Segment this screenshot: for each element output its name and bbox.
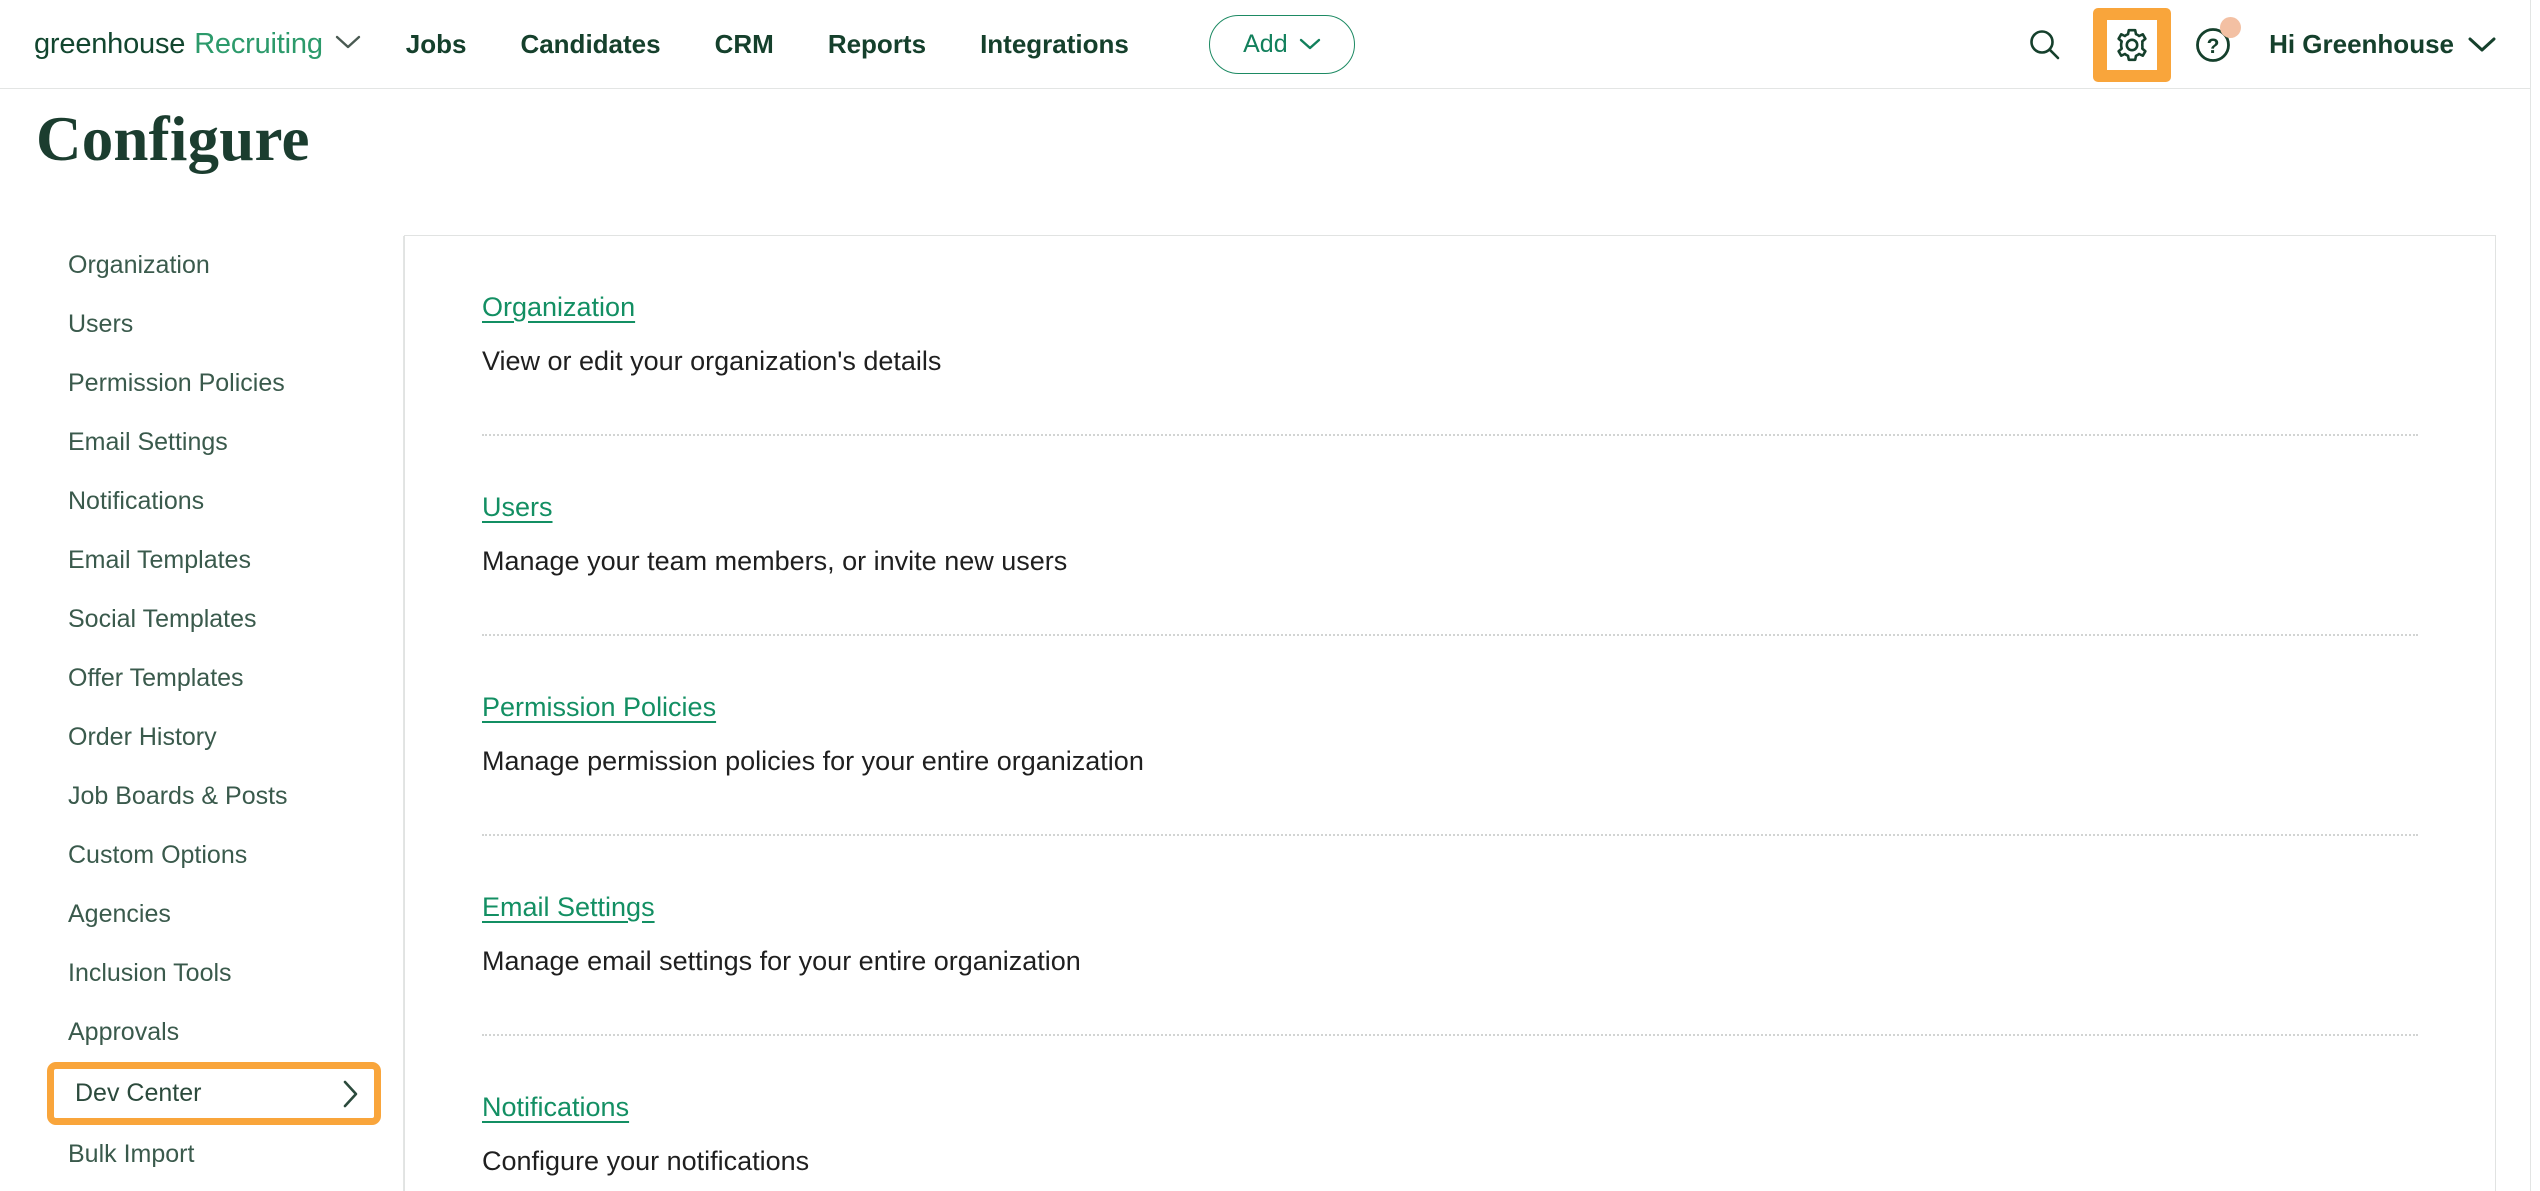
link-users[interactable]: Users: [482, 492, 553, 523]
settings-button[interactable]: [2093, 7, 2172, 82]
sidebar-item-label: Social Templates: [68, 605, 257, 633]
nav-link-crm[interactable]: CRM: [715, 29, 774, 60]
sidebar-item-label: Email Settings: [68, 428, 228, 456]
chevron-down-icon: [1299, 37, 1321, 51]
sidebar-item-label: Job Boards & Posts: [68, 782, 288, 810]
sidebar-item-label: Custom Options: [68, 841, 248, 869]
chevron-right-icon: [342, 1079, 360, 1109]
list-item: Notifications Configure your notificatio…: [482, 1034, 2418, 1191]
sidebar-item-label: Bulk Import: [68, 1140, 195, 1168]
sidebar-item-dev-center[interactable]: Dev Center: [47, 1062, 381, 1125]
user-menu[interactable]: Hi Greenhouse: [2269, 29, 2496, 60]
sidebar-item-social-templates[interactable]: Social Templates: [0, 590, 404, 649]
list-item: Organization View or edit your organizat…: [482, 236, 2418, 434]
chevron-down-icon[interactable]: [335, 34, 361, 50]
entry-description: Manage your team members, or invite new …: [482, 546, 1068, 576]
sidebar-item-label: Users: [68, 310, 134, 338]
link-email-settings[interactable]: Email Settings: [482, 892, 655, 923]
sidebar-item-offer-templates[interactable]: Offer Templates: [0, 649, 404, 708]
nav-link-jobs[interactable]: Jobs: [406, 29, 467, 60]
link-organization[interactable]: Organization: [482, 292, 635, 323]
sidebar-item-order-history[interactable]: Order History: [0, 708, 404, 767]
sidebar-item-notifications[interactable]: Notifications: [0, 472, 404, 531]
sidebar-item-label: Permission Policies: [68, 369, 285, 397]
notification-dot: [2220, 16, 2242, 38]
sidebar-item-custom-options[interactable]: Custom Options: [0, 826, 404, 885]
sidebar-item-email-settings[interactable]: Email Settings: [0, 413, 404, 472]
page-scrollbar[interactable]: [2530, 0, 2540, 1191]
sidebar-item-bulk-import[interactable]: Bulk Import: [0, 1125, 404, 1184]
search-icon: [2027, 27, 2063, 63]
sidebar-item-label: Agencies: [68, 900, 171, 928]
chevron-down-icon: [2468, 36, 2496, 53]
gear-icon: [2112, 25, 2152, 65]
sidebar-item-label: Order History: [68, 723, 217, 751]
brand-name-secondary: Recruiting: [194, 27, 323, 60]
entry-description: Configure your notifications: [482, 1146, 810, 1176]
sidebar-item-label: Approvals: [68, 1018, 180, 1046]
sidebar-item-permission-policies[interactable]: Permission Policies: [0, 354, 404, 413]
sidebar-item-label: Dev Center: [75, 1079, 202, 1107]
help-button[interactable]: ?: [2183, 15, 2243, 75]
add-button[interactable]: Add: [1208, 14, 1355, 74]
sidebar-item-label: Inclusion Tools: [68, 959, 232, 987]
top-navigation-bar: greenhouse Recruiting Jobs Candidates CR…: [0, 0, 2530, 89]
entry-description: View or edit your organization's details: [482, 346, 942, 376]
configure-options-panel: Organization View or edit your organizat…: [404, 235, 2496, 1191]
sidebar-item-approvals[interactable]: Approvals: [0, 1003, 404, 1062]
sidebar-item-inclusion-tools[interactable]: Inclusion Tools: [0, 944, 404, 1003]
entry-description: Manage email settings for your entire or…: [482, 946, 1081, 976]
configure-options-list: Organization View or edit your organizat…: [405, 236, 2495, 1191]
nav-link-candidates[interactable]: Candidates: [520, 29, 660, 60]
configure-sidebar: Organization Users Permission Policies E…: [0, 236, 404, 1184]
list-item: Users Manage your team members, or invit…: [482, 434, 2418, 634]
sidebar-item-users[interactable]: Users: [0, 295, 404, 354]
primary-nav-links: Jobs Candidates CRM Reports Integrations: [406, 29, 1156, 60]
app-root: greenhouse Recruiting Jobs Candidates CR…: [0, 0, 2540, 1191]
brand-name-primary: greenhouse: [34, 27, 186, 60]
link-permission-policies[interactable]: Permission Policies: [482, 692, 716, 723]
brand-logo[interactable]: greenhouse Recruiting: [34, 28, 361, 61]
sidebar-item-email-templates[interactable]: Email Templates: [0, 531, 404, 590]
sidebar-item-agencies[interactable]: Agencies: [0, 885, 404, 944]
svg-text:?: ?: [2207, 35, 2220, 58]
list-item: Permission Policies Manage permission po…: [482, 634, 2418, 834]
list-item: Email Settings Manage email settings for…: [482, 834, 2418, 1034]
page-title: Configure: [36, 104, 310, 174]
nav-link-integrations[interactable]: Integrations: [980, 29, 1129, 60]
sidebar-item-label: Offer Templates: [68, 664, 244, 692]
sidebar-item-organization[interactable]: Organization: [0, 236, 404, 295]
sidebar-item-label: Email Templates: [68, 546, 251, 574]
sidebar-item-label: Notifications: [68, 487, 205, 515]
link-notifications[interactable]: Notifications: [482, 1092, 629, 1123]
user-menu-label: Hi Greenhouse: [2269, 29, 2454, 59]
nav-right-group: ? Hi Greenhouse: [2015, 0, 2496, 89]
sidebar-item-label: Organization: [68, 251, 210, 279]
gear-icon-container: [2107, 19, 2158, 70]
search-button[interactable]: [2015, 15, 2075, 75]
sidebar-item-job-boards-posts[interactable]: Job Boards & Posts: [0, 767, 404, 826]
add-button-label: Add: [1243, 29, 1288, 58]
entry-description: Manage permission policies for your enti…: [482, 746, 1144, 776]
nav-link-reports[interactable]: Reports: [828, 29, 926, 60]
